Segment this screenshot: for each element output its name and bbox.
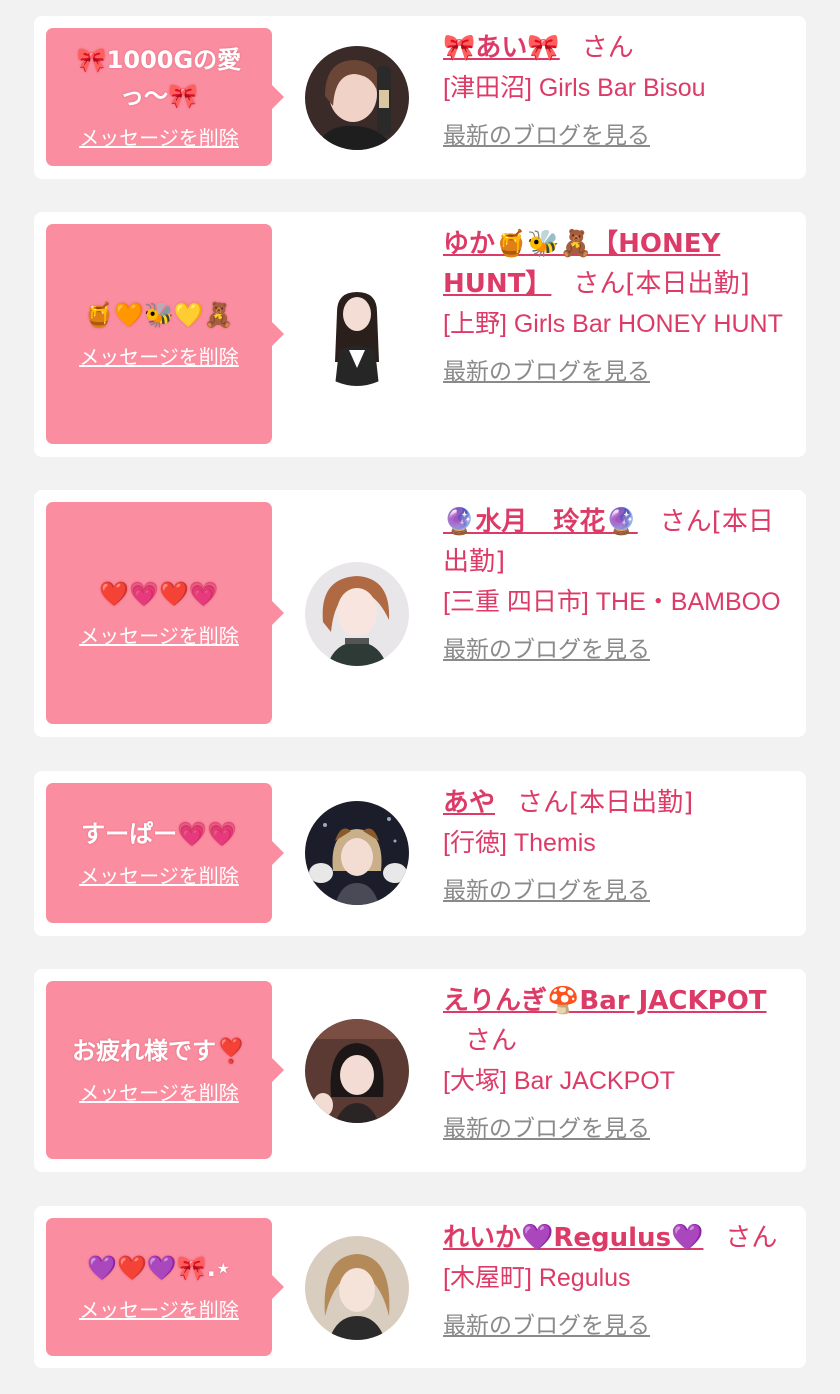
- message-text: すーぱー💗💗: [81, 820, 237, 848]
- message-card: 💜❤️💜🎀.⋆ メッセージを削除 れいか💜Regulus💜 さん [木屋町] Re…: [34, 1206, 806, 1368]
- status-badge: [本日出勤]: [569, 788, 694, 818]
- status-badge: [本日出勤]: [625, 269, 750, 299]
- honorific: さん: [659, 507, 712, 537]
- avatar[interactable]: [305, 46, 409, 150]
- delete-message-link[interactable]: メッセージを削除: [79, 124, 239, 152]
- girl-name-line: えりんぎ🍄Bar JACKPOT さん: [443, 981, 788, 1061]
- message-text: お疲れ様です❣️: [72, 1037, 246, 1065]
- avatar[interactable]: [305, 1236, 409, 1340]
- message-bubble: 🍯🧡🐝💛🧸 メッセージを削除: [46, 224, 284, 444]
- shop-name: [大塚] Bar JACKPOT: [443, 1067, 675, 1095]
- girl-name-line: れいか💜Regulus💜 さん: [443, 1218, 788, 1258]
- message-text: 🍯🧡🐝💛🧸: [84, 301, 234, 329]
- honorific: さん: [517, 788, 570, 818]
- message-text: 🎀1000Gの愛っ〜🎀: [76, 46, 242, 110]
- shop-name: [津田沼] Girls Bar Bisou: [443, 74, 706, 102]
- message-card: ❤️💗❤️💗 メッセージを削除 🔮水月 玲花🔮 さん[本日出勤] [三重 四日市]…: [34, 490, 806, 737]
- girl-name-link[interactable]: 🎀あい🎀: [443, 33, 560, 63]
- girl-name-link[interactable]: れいか💜Regulus💜: [443, 1223, 703, 1253]
- view-blog-link[interactable]: 最新のブログを見る: [443, 875, 650, 907]
- avatar[interactable]: [305, 562, 409, 666]
- girl-info: あや さん[本日出勤] [行徳] Themis 最新のブログを見る: [443, 783, 788, 907]
- message-card: 🎀1000Gの愛っ〜🎀 メッセージを削除 🎀あい🎀 さん [津田沼] Girls …: [34, 16, 806, 179]
- view-blog-link[interactable]: 最新のブログを見る: [443, 356, 650, 388]
- message-card: 🍯🧡🐝💛🧸 メッセージを削除 ゆか🍯🐝🧸【HONEY HUNT】 さん[本日出勤]…: [34, 212, 806, 457]
- girl-info: 🎀あい🎀 さん [津田沼] Girls Bar Bisou 最新のブログを見る: [443, 28, 788, 152]
- message-bubble: ❤️💗❤️💗 メッセージを削除: [46, 502, 284, 724]
- girl-name-line: 🔮水月 玲花🔮 さん[本日出勤]: [443, 502, 788, 582]
- shop-name: [上野] Girls Bar HONEY HUNT: [443, 310, 783, 338]
- girl-name-link[interactable]: あや: [443, 788, 495, 818]
- girl-info: えりんぎ🍄Bar JACKPOT さん [大塚] Bar JACKPOT 最新のブ…: [443, 981, 788, 1145]
- delete-message-link[interactable]: メッセージを削除: [79, 343, 239, 371]
- shop-name: [行徳] Themis: [443, 829, 596, 857]
- girl-info: 🔮水月 玲花🔮 さん[本日出勤] [三重 四日市] THE・BAMBOO 最新のブ…: [443, 502, 788, 666]
- message-bubble: 💜❤️💜🎀.⋆ メッセージを削除: [46, 1218, 284, 1356]
- message-list: 🎀1000Gの愛っ〜🎀 メッセージを削除 🎀あい🎀 さん [津田沼] Girls …: [0, 0, 840, 1394]
- girl-name-link[interactable]: 🔮水月 玲花🔮: [443, 507, 638, 537]
- delete-message-link[interactable]: メッセージを削除: [79, 1296, 239, 1324]
- message-card: お疲れ様です❣️ メッセージを削除 えりんぎ🍄Bar JACKPOT さん [大塚…: [34, 969, 806, 1172]
- message-text: ❤️💗❤️💗: [99, 580, 219, 608]
- honorific: さん: [573, 269, 626, 299]
- girl-name-line: ゆか🍯🐝🧸【HONEY HUNT】 さん[本日出勤]: [443, 224, 788, 304]
- delete-message-link[interactable]: メッセージを削除: [79, 622, 239, 650]
- view-blog-link[interactable]: 最新のブログを見る: [443, 1310, 650, 1342]
- view-blog-link[interactable]: 最新のブログを見る: [443, 120, 650, 152]
- honorific: さん: [581, 33, 634, 63]
- delete-message-link[interactable]: メッセージを削除: [79, 1079, 239, 1107]
- message-bubble: すーぱー💗💗 メッセージを削除: [46, 783, 284, 923]
- honorific: さん: [725, 1223, 778, 1253]
- delete-message-link[interactable]: メッセージを削除: [79, 862, 239, 890]
- message-bubble: お疲れ様です❣️ メッセージを削除: [46, 981, 284, 1159]
- view-blog-link[interactable]: 最新のブログを見る: [443, 634, 650, 666]
- girl-info: ゆか🍯🐝🧸【HONEY HUNT】 さん[本日出勤] [上野] Girls Bar…: [443, 224, 788, 388]
- shop-name: [三重 四日市] THE・BAMBOO: [443, 588, 781, 616]
- message-card: すーぱー💗💗 メッセージを削除 あや さん[本日出勤] [行徳] Themis 最…: [34, 771, 806, 936]
- girl-name-line: あや さん[本日出勤]: [443, 783, 788, 823]
- girl-info: れいか💜Regulus💜 さん [木屋町] Regulus 最新のブログを見る: [443, 1218, 788, 1342]
- avatar[interactable]: [305, 1019, 409, 1123]
- shop-name: [木屋町] Regulus: [443, 1264, 631, 1292]
- avatar[interactable]: [305, 801, 409, 905]
- view-blog-link[interactable]: 最新のブログを見る: [443, 1113, 650, 1145]
- message-bubble: 🎀1000Gの愛っ〜🎀 メッセージを削除: [46, 28, 284, 166]
- honorific: さん: [465, 1026, 518, 1056]
- girl-name-link[interactable]: えりんぎ🍄Bar JACKPOT: [443, 986, 767, 1016]
- avatar[interactable]: [305, 282, 409, 386]
- message-text: 💜❤️💜🎀.⋆: [87, 1254, 231, 1282]
- girl-name-line: 🎀あい🎀 さん: [443, 28, 788, 68]
